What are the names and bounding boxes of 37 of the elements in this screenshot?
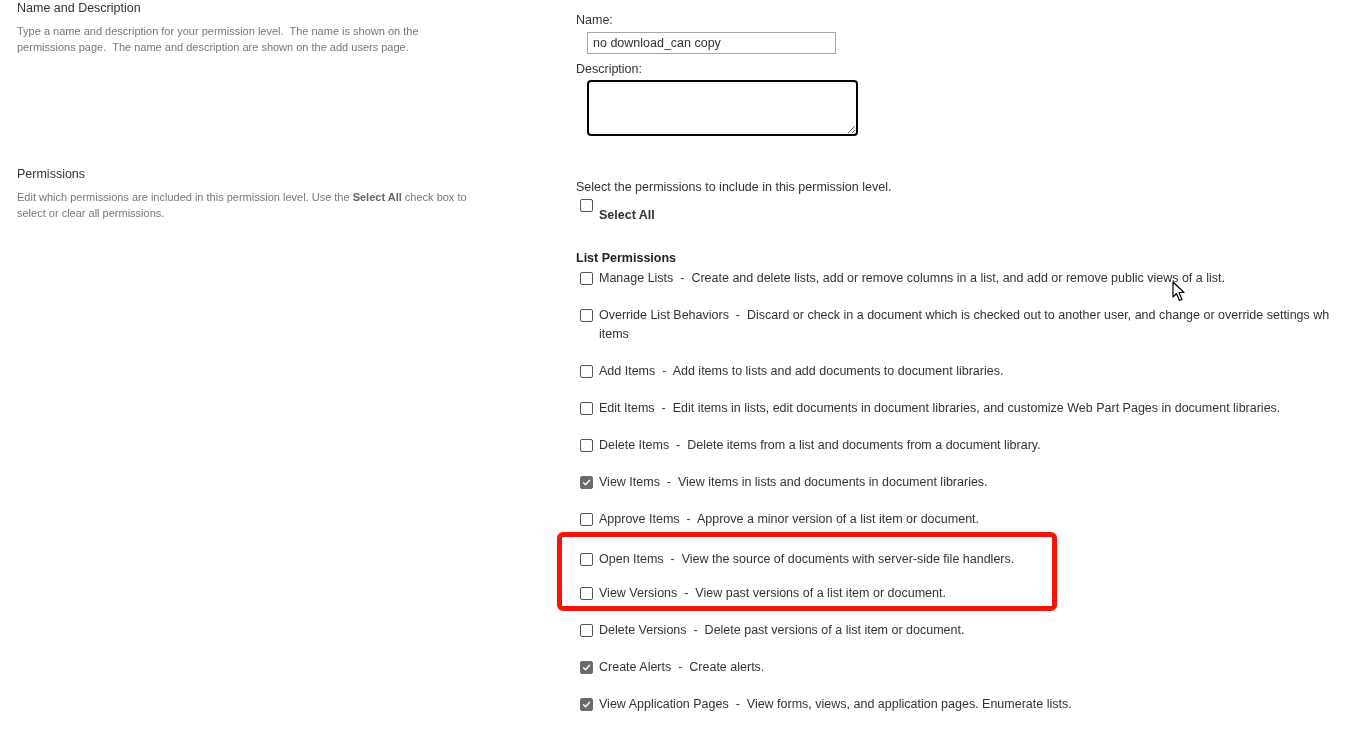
checkbox-label: View Versions - View past versions of a list item or document. — [599, 585, 946, 602]
checkbox-label: Delete Items - Delete items from a list and documents from a document library. — [599, 437, 1041, 454]
section-description: Type a name and description for your permission level. The name is shown on the permissions page. The name and description are shown on the add users page. — [17, 24, 420, 55]
instruction-text: Select the permissions to include in this permission level. — [576, 179, 892, 195]
checkbox[interactable] — [580, 439, 593, 452]
checkbox[interactable] — [580, 661, 593, 674]
checkbox-label: Open Items - View the source of documents with server-side file handlers. — [599, 551, 1015, 568]
field-label: Name: — [576, 12, 613, 28]
checkbox[interactable] — [580, 476, 593, 489]
checkbox[interactable] — [580, 402, 593, 415]
checkbox-label: Approve Items - Approve a minor version of a list item or document. — [599, 511, 980, 528]
checkbox-label: Add Items - Add items to lists and add documents to document libraries. — [599, 363, 1004, 380]
checkbox[interactable] — [580, 199, 593, 212]
checkbox-label: Create Alerts - Create alerts. — [599, 659, 765, 676]
checkbox-label: Manage Lists - Create and delete lists, add or remove columns in a list, and add or remove public views of a list. — [599, 270, 1225, 287]
mouse-pointer-icon — [1172, 281, 1186, 302]
checkbox[interactable] — [580, 309, 593, 322]
section-title: Name and Description — [17, 0, 141, 16]
section-description: Edit which permissions are included in this permission level. Use the Select All check box to select or clear all permissions. — [17, 190, 468, 221]
field-label: Description: — [576, 61, 642, 77]
checkbox-label: Override List Behaviors - Discard or check in a document which is checked out to another user, and change or override settings wh items — [599, 307, 1330, 343]
checkbox-label: Edit Items - Edit items in lists, edit documents in document libraries, and customize Web Part Pages in document libraries. — [599, 400, 1281, 417]
checkbox[interactable] — [580, 365, 593, 378]
checkbox[interactable] — [580, 698, 593, 711]
group-heading: List Permissions — [576, 250, 677, 266]
checkbox[interactable] — [580, 513, 593, 526]
name-field[interactable]: no download_can copy — [587, 32, 836, 54]
checkbox-label: View Items - View items in lists and documents in document libraries. — [599, 474, 988, 491]
section-title: Permissions — [17, 166, 86, 182]
checkbox[interactable] — [580, 272, 593, 285]
checkbox-label: Select All — [599, 207, 655, 223]
checkbox[interactable] — [580, 624, 593, 637]
checkbox-label: Delete Versions - Delete past versions of a list item or document. — [599, 622, 965, 639]
description-field[interactable] — [587, 80, 858, 136]
checkbox[interactable] — [580, 553, 593, 566]
checkbox-label: View Application Pages - View forms, views, and application pages. Enumerate lists. — [599, 696, 1072, 713]
checkbox[interactable] — [580, 587, 593, 600]
